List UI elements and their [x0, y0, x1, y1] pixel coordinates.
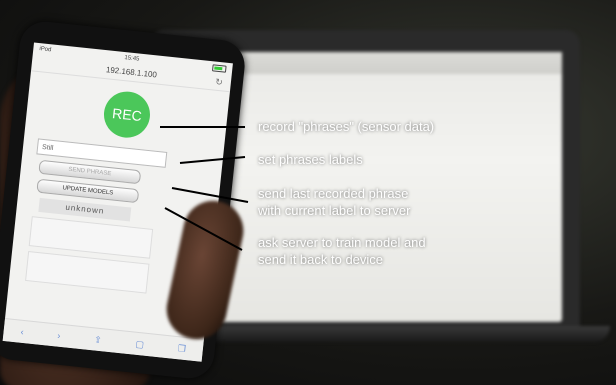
send-pointer-line: [171, 187, 249, 203]
annotation-train-line-2: send it back to device: [258, 252, 384, 267]
labels-pointer-line: [179, 156, 246, 164]
annotation-rec: record "phrases" (sensor data): [258, 119, 435, 134]
annotation-send-line-2: with current label to server: [258, 203, 411, 218]
annotation-train-line-1: ask server to train model and: [258, 235, 426, 250]
video-frame: iPod 15:45 192.168.1.100 ↻ REC SEND PHRA…: [0, 0, 616, 385]
annotation-send-line-1: send last recorded phrase: [258, 186, 409, 201]
train-pointer-line: [164, 207, 243, 251]
annotation-labels: set phrases labels: [258, 152, 363, 167]
